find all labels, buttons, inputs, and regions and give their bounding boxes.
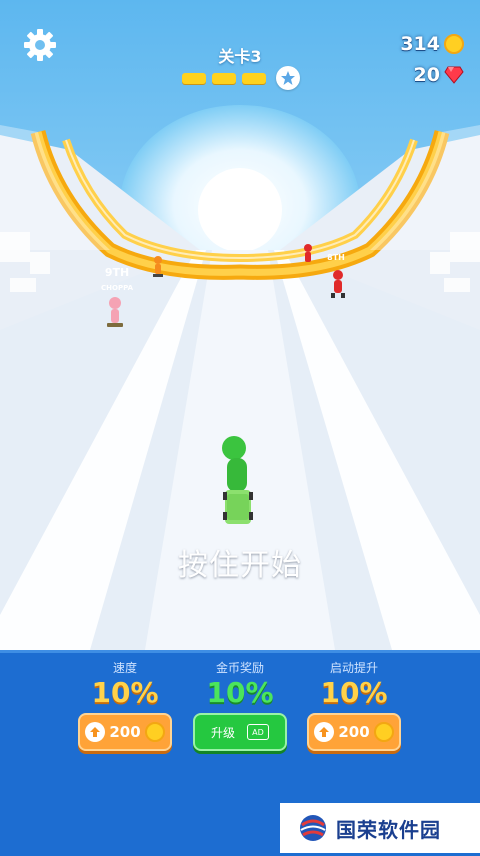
upgrade-cost: 200 xyxy=(109,723,141,741)
progress-segment xyxy=(242,72,266,84)
upgrade-speed: 速度 10% 200 xyxy=(70,653,180,751)
globe-logo-icon xyxy=(300,815,326,841)
coin-bonus-upgrade-button[interactable]: 升级 AD xyxy=(193,713,287,751)
watermark: 国荣软件园 xyxy=(280,803,480,853)
upgrade-label: 金币奖励 xyxy=(215,661,264,675)
arrow-up-icon xyxy=(314,722,335,742)
gem-count: 20 xyxy=(413,64,440,86)
coin-counter: 314 xyxy=(400,33,464,55)
coin-count: 314 xyxy=(400,33,440,55)
progress-segment xyxy=(182,72,206,84)
hold-to-start-prompt: 按住开始 xyxy=(178,548,302,583)
upgrade-value: 10% xyxy=(206,676,274,709)
upgrade-label: 速度 xyxy=(112,661,137,675)
upgrade-button-label: 升级 xyxy=(210,725,235,740)
coin-icon xyxy=(144,722,165,742)
start-boost-upgrade-button[interactable]: 200 xyxy=(307,713,401,751)
gem-icon xyxy=(444,66,464,84)
star-icon xyxy=(276,66,300,90)
level-progress xyxy=(182,66,300,90)
coin-icon xyxy=(373,722,394,742)
rival-right-rank: 8TH xyxy=(327,253,345,262)
upgrade-coin-bonus: 金币奖励 10% 升级 AD xyxy=(185,653,295,751)
upgrade-value: 10% xyxy=(320,676,388,709)
upgrade-label: 启动提升 xyxy=(329,661,378,675)
coin-icon xyxy=(444,34,464,54)
rival-left-rank: 9TH xyxy=(105,266,129,279)
upgrade-cost: 200 xyxy=(338,723,370,741)
gem-counter: 20 xyxy=(414,64,464,86)
speed-upgrade-button[interactable]: 200 xyxy=(78,713,172,751)
arrow-up-icon xyxy=(85,722,106,742)
ad-video-icon: AD xyxy=(247,724,269,740)
watermark-text: 国荣软件园 xyxy=(336,817,441,842)
top-hud: 关卡3 314 20 xyxy=(0,0,480,100)
upgrade-start-boost: 启动提升 10% 200 xyxy=(299,653,409,751)
progress-segment xyxy=(212,72,236,84)
rival-left-name: CHOPPA xyxy=(101,284,134,292)
upgrade-value: 10% xyxy=(91,676,159,709)
